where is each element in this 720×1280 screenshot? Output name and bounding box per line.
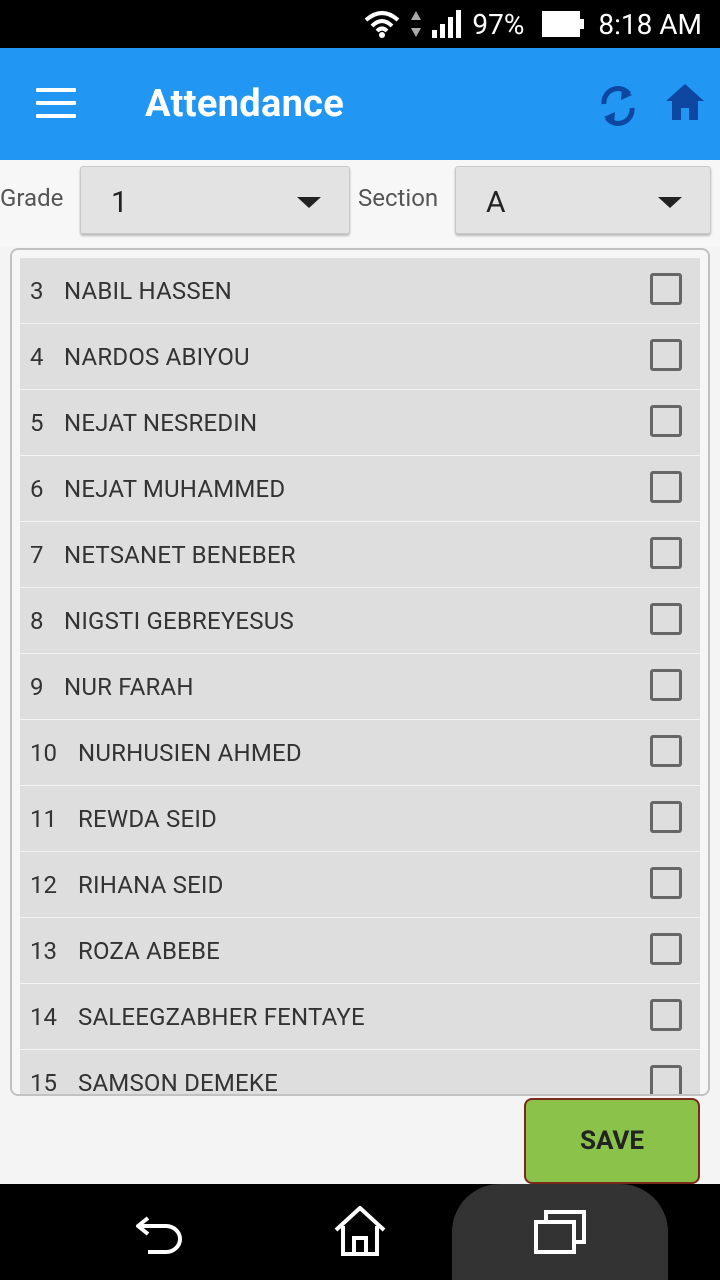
student-name: NEJAT NESREDIN xyxy=(64,409,258,437)
student-name: NABIL HASSEN xyxy=(64,277,232,305)
list-item[interactable]: 11 REWDA SEID xyxy=(20,786,700,852)
roll-number: 5 xyxy=(30,409,44,437)
student-name: NURHUSIEN AHMED xyxy=(78,739,302,767)
present-checkbox[interactable] xyxy=(650,669,682,701)
student-list[interactable]: 3 NABIL HASSEN 4 NARDOS ABIYOU 5 NEJAT NESRED… xyxy=(10,248,710,1096)
student-name: NUR FARAH xyxy=(64,673,194,701)
roll-number: 9 xyxy=(30,673,44,701)
roll-number: 11 xyxy=(30,805,57,833)
page-title: Attendance xyxy=(145,82,345,126)
signal-icon xyxy=(432,10,462,38)
roll-number: 12 xyxy=(30,871,57,899)
chevron-down-icon xyxy=(658,197,682,208)
list-item[interactable]: 3 NABIL HASSEN xyxy=(20,258,700,324)
present-checkbox[interactable] xyxy=(650,471,682,503)
present-checkbox[interactable] xyxy=(650,1065,682,1094)
grade-dropdown[interactable]: 1 xyxy=(80,166,350,234)
present-checkbox[interactable] xyxy=(650,999,682,1031)
list-item[interactable]: 5 NEJAT NESREDIN xyxy=(20,390,700,456)
student-name: SAMSON DEMEKE xyxy=(78,1069,278,1096)
grade-label: Grade xyxy=(0,184,64,212)
section-value: A xyxy=(486,185,506,220)
list-item[interactable]: 15 SAMSON DEMEKE xyxy=(20,1050,700,1096)
roll-number: 4 xyxy=(30,343,44,371)
grade-value: 1 xyxy=(111,185,128,220)
student-name: REWDA SEID xyxy=(78,805,218,833)
roll-number: 7 xyxy=(30,541,44,569)
list-item[interactable]: 8 NIGSTI GEBREYESUS xyxy=(20,588,700,654)
battery-percent: 97% xyxy=(472,7,525,41)
home-icon[interactable] xyxy=(664,82,706,126)
student-name: NIGSTI GEBREYESUS xyxy=(64,607,294,635)
chevron-down-icon xyxy=(297,197,321,208)
present-checkbox[interactable] xyxy=(650,339,682,371)
roll-number: 6 xyxy=(30,475,44,503)
student-name: SALEEGZABHER FENTAYE xyxy=(78,1003,365,1031)
student-list-inner: 3 NABIL HASSEN 4 NARDOS ABIYOU 5 NEJAT NESRED… xyxy=(20,258,700,1096)
present-checkbox[interactable] xyxy=(650,735,682,767)
student-name: ROZA ABEBE xyxy=(78,937,221,965)
list-item[interactable]: 7 NETSANET BENEBER xyxy=(20,522,700,588)
section-dropdown[interactable]: A xyxy=(455,166,711,234)
recent-apps-icon[interactable] xyxy=(532,1210,588,1260)
data-arrows-icon xyxy=(410,9,422,39)
student-name: RIHANA SEID xyxy=(78,871,224,899)
present-checkbox[interactable] xyxy=(650,273,682,305)
filter-bar: Grade 1 Section A xyxy=(0,160,720,246)
roll-number: 13 xyxy=(30,937,57,965)
present-checkbox[interactable] xyxy=(650,603,682,635)
save-button[interactable]: SAVE xyxy=(524,1098,700,1184)
student-name: NARDOS ABIYOU xyxy=(64,343,250,371)
refresh-icon[interactable] xyxy=(598,84,638,132)
roll-number: 10 xyxy=(30,739,57,767)
app-bar: Attendance xyxy=(0,48,720,160)
list-item[interactable]: 10 NURHUSIEN AHMED xyxy=(20,720,700,786)
student-name: NEJAT MUHAMMED xyxy=(64,475,286,503)
status-bar: 97% 8:18 AM xyxy=(0,0,720,48)
menu-icon[interactable] xyxy=(36,88,76,118)
roll-number: 15 xyxy=(30,1069,57,1096)
present-checkbox[interactable] xyxy=(650,933,682,965)
list-item[interactable]: 6 NEJAT MUHAMMED xyxy=(20,456,700,522)
student-name: NETSANET BENEBER xyxy=(64,541,296,569)
present-checkbox[interactable] xyxy=(650,867,682,899)
roll-number: 8 xyxy=(30,607,44,635)
roll-number: 14 xyxy=(30,1003,57,1031)
list-item[interactable]: 12 RIHANA SEID xyxy=(20,852,700,918)
battery-icon xyxy=(534,11,585,37)
clock: 8:18 AM xyxy=(598,7,702,41)
list-item[interactable]: 13 ROZA ABEBE xyxy=(20,918,700,984)
section-label: Section xyxy=(358,184,439,212)
back-icon[interactable] xyxy=(134,1208,186,1260)
navigation-bar xyxy=(0,1184,720,1280)
roll-number: 3 xyxy=(30,277,44,305)
list-item[interactable]: 9 NUR FARAH xyxy=(20,654,700,720)
present-checkbox[interactable] xyxy=(650,801,682,833)
home-nav-icon[interactable] xyxy=(332,1204,388,1262)
list-item[interactable]: 4 NARDOS ABIYOU xyxy=(20,324,700,390)
list-item[interactable]: 14 SALEEGZABHER FENTAYE xyxy=(20,984,700,1050)
present-checkbox[interactable] xyxy=(650,537,682,569)
present-checkbox[interactable] xyxy=(650,405,682,437)
wifi-icon xyxy=(364,10,400,38)
